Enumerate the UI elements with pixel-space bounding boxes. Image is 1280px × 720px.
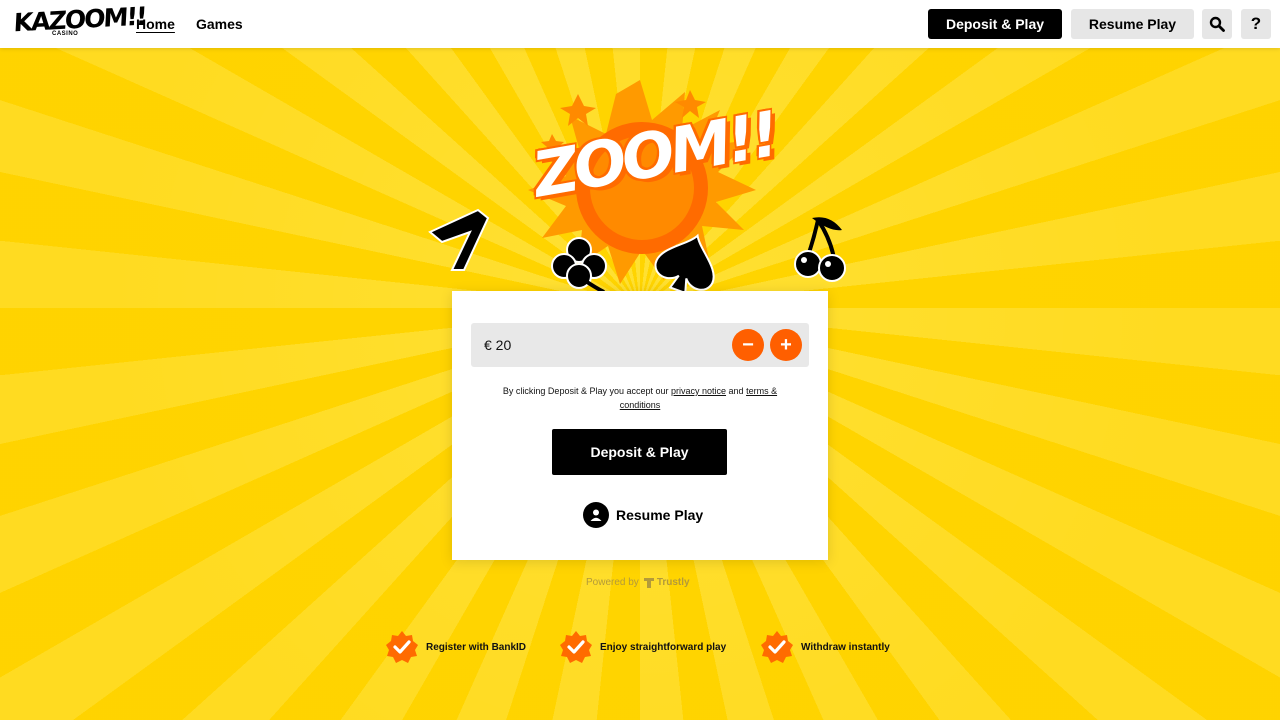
cherry-icon bbox=[794, 217, 846, 282]
resume-play-button[interactable]: Resume Play bbox=[583, 502, 703, 528]
nav-home-link[interactable]: Home bbox=[136, 16, 175, 32]
feature-item: Withdraw instantly bbox=[761, 631, 890, 663]
deposit-play-button[interactable]: Deposit & Play bbox=[552, 429, 727, 475]
powered-prefix: Powered by bbox=[586, 576, 639, 588]
terms-prefix: By clicking Deposit & Play you accept ou… bbox=[502, 386, 671, 396]
top-header: KAZOOM!! CASINO Home Games Deposit & Pla… bbox=[0, 0, 1280, 48]
amount-value[interactable]: € 20 bbox=[484, 337, 511, 353]
terms-notice: By clicking Deposit & Play you accept ou… bbox=[492, 384, 788, 412]
feature-label: Register with BankID bbox=[426, 641, 527, 653]
check-badge-icon bbox=[560, 631, 592, 663]
clover-icon bbox=[551, 237, 607, 294]
spade-icon bbox=[654, 233, 715, 292]
feature-label: Enjoy straightforward play bbox=[600, 641, 727, 653]
hero-illustration: ZOOM!! bbox=[420, 80, 860, 300]
seven-icon bbox=[428, 208, 490, 271]
kazoom-logo[interactable]: KAZOOM!! CASINO bbox=[13, 2, 146, 44]
header-resume-play-button[interactable]: Resume Play bbox=[1071, 9, 1194, 39]
help-button[interactable]: ? bbox=[1241, 9, 1271, 39]
decrease-amount-button[interactable]: − bbox=[732, 329, 764, 361]
amount-field[interactable]: € 20 − + bbox=[471, 323, 809, 367]
check-badge-icon bbox=[386, 631, 418, 663]
trustly-icon bbox=[643, 578, 654, 588]
resume-play-label: Resume Play bbox=[616, 507, 704, 523]
header-deposit-play-button[interactable]: Deposit & Play bbox=[928, 9, 1062, 39]
terms-mid: and bbox=[726, 386, 747, 396]
feature-item: Register with BankID bbox=[386, 631, 526, 663]
powered-by-trustly: Powered by Trustly bbox=[586, 576, 690, 588]
privacy-notice-link[interactable]: privacy notice bbox=[671, 386, 726, 396]
trustly-label: Trustly bbox=[656, 576, 690, 588]
nav-games-link[interactable]: Games bbox=[196, 16, 243, 32]
check-badge-icon bbox=[761, 631, 793, 663]
feature-item: Enjoy straightforward play bbox=[560, 631, 726, 663]
user-icon bbox=[583, 502, 609, 528]
deposit-card: € 20 − + By clicking Deposit & Play you … bbox=[452, 291, 828, 560]
search-button[interactable] bbox=[1202, 9, 1232, 39]
logo-wordmark: KAZOOM!! bbox=[12, 1, 147, 38]
feature-label: Withdraw instantly bbox=[801, 641, 890, 653]
search-icon bbox=[1209, 16, 1225, 32]
increase-amount-button[interactable]: + bbox=[770, 329, 802, 361]
trustly-brand: Trustly bbox=[643, 576, 690, 588]
